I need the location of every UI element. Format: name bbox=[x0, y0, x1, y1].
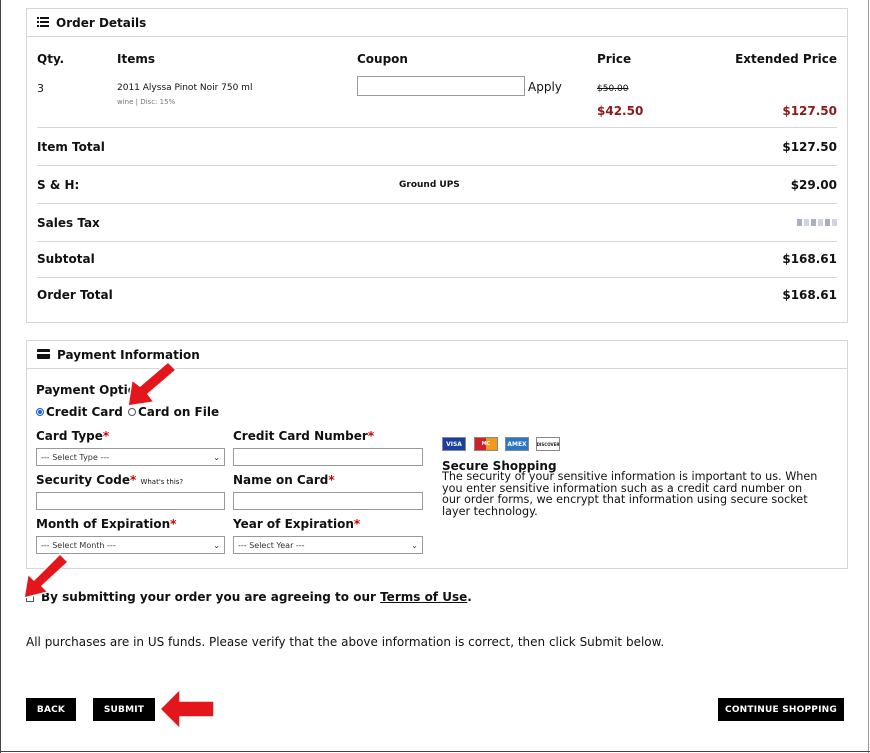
us-funds-notice: All purchases are in US funds. Please ve… bbox=[26, 635, 665, 649]
chevron-down-icon: ⌄ bbox=[411, 540, 418, 550]
shipping-row: S & H: Ground UPS $29.00 bbox=[37, 166, 837, 204]
amex-logo-icon: AMEX bbox=[505, 437, 529, 451]
sales-tax-value-blurred bbox=[797, 219, 837, 226]
security-code-label: Security Code* What's this? bbox=[36, 473, 184, 487]
mastercard-logo-icon: MC bbox=[474, 437, 498, 451]
red-arrow-icon bbox=[23, 552, 70, 600]
chevron-down-icon: ⌄ bbox=[213, 452, 220, 462]
item-total-value: $127.50 bbox=[782, 139, 837, 154]
order-details-header: Order Details bbox=[27, 9, 847, 37]
radio-credit-card-label: Credit Card bbox=[46, 405, 123, 419]
shipping-label: S & H: bbox=[37, 177, 80, 192]
coupon-header: Coupon bbox=[357, 52, 408, 66]
page-border-bottom bbox=[0, 751, 870, 752]
items-header: Items bbox=[117, 52, 155, 66]
security-code-input[interactable] bbox=[36, 492, 225, 510]
sales-tax-row: Sales Tax bbox=[37, 204, 837, 242]
discover-logo-icon: DISCOVER bbox=[536, 437, 560, 451]
card-type-label: Card Type* bbox=[36, 429, 110, 443]
item-total-label: Item Total bbox=[37, 139, 105, 154]
year-expiration-label: Year of Expiration* bbox=[233, 517, 361, 531]
line-item-meta: wine | Disc: 15% bbox=[117, 98, 176, 106]
red-arrow-icon bbox=[127, 360, 178, 407]
radio-credit-card[interactable]: Credit Card bbox=[36, 405, 123, 419]
item-total-row: Item Total $127.50 bbox=[37, 128, 837, 166]
original-price: $50.00 bbox=[597, 84, 629, 94]
terms-text: By submitting your order you are agreein… bbox=[41, 590, 472, 604]
subtotal-row: Subtotal $168.61 bbox=[37, 240, 837, 278]
continue-shopping-button[interactable]: CONTINUE SHOPPING bbox=[718, 698, 844, 721]
shipping-value: $29.00 bbox=[790, 177, 837, 192]
credit-card-icon bbox=[37, 348, 50, 362]
chevron-down-icon: ⌄ bbox=[213, 540, 220, 550]
submit-button[interactable]: SUBMIT bbox=[93, 698, 155, 721]
card-type-select[interactable]: --- Select Type --- ⌄ bbox=[36, 448, 225, 466]
terms-of-use-link[interactable]: Terms of Use bbox=[380, 590, 467, 604]
extended-price: $127.50 bbox=[782, 104, 837, 118]
order-details-title: Order Details bbox=[56, 15, 147, 30]
line-item-name: 2011 Alyssa Pinot Noir 750 ml bbox=[117, 83, 253, 93]
order-total-value: $168.61 bbox=[782, 288, 837, 302]
secure-shopping-text: The security of your sensitive informati… bbox=[442, 470, 818, 518]
radio-selected-icon[interactable] bbox=[36, 407, 44, 416]
card-number-input[interactable] bbox=[233, 448, 423, 466]
month-expiration-label: Month of Expiration* bbox=[36, 517, 177, 531]
shipping-method: Ground UPS bbox=[399, 179, 460, 190]
apply-coupon-button[interactable]: Apply bbox=[528, 80, 562, 94]
subtotal-label: Subtotal bbox=[37, 251, 95, 266]
subtotal-value: $168.61 bbox=[782, 251, 837, 266]
red-arrow-icon bbox=[158, 687, 215, 731]
card-number-label: Credit Card Number* bbox=[233, 429, 375, 443]
discounted-price: $42.50 bbox=[597, 104, 644, 118]
qty-header: Qty. bbox=[37, 52, 65, 66]
back-button[interactable]: BACK bbox=[26, 698, 76, 721]
sales-tax-label: Sales Tax bbox=[37, 215, 100, 230]
list-icon bbox=[37, 16, 49, 30]
extended-price-header: Extended Price bbox=[735, 52, 837, 66]
price-header: Price bbox=[597, 52, 632, 66]
order-total-row: Order Total $168.61 bbox=[37, 276, 837, 314]
whats-this-link[interactable]: What's this? bbox=[140, 478, 183, 486]
year-expiration-select[interactable]: --- Select Year --- ⌄ bbox=[233, 536, 423, 554]
name-on-card-label: Name on Card* bbox=[233, 473, 335, 487]
order-details-panel: Order Details Qty. Items Coupon Price Ex… bbox=[26, 8, 848, 323]
name-on-card-input[interactable] bbox=[233, 492, 423, 510]
page-border-left bbox=[0, 0, 1, 753]
coupon-input[interactable] bbox=[357, 76, 525, 96]
order-total-label: Order Total bbox=[37, 288, 113, 302]
visa-logo-icon: VISA bbox=[442, 437, 466, 451]
line-qty: 3 bbox=[37, 82, 44, 95]
page-border-right bbox=[868, 0, 869, 753]
